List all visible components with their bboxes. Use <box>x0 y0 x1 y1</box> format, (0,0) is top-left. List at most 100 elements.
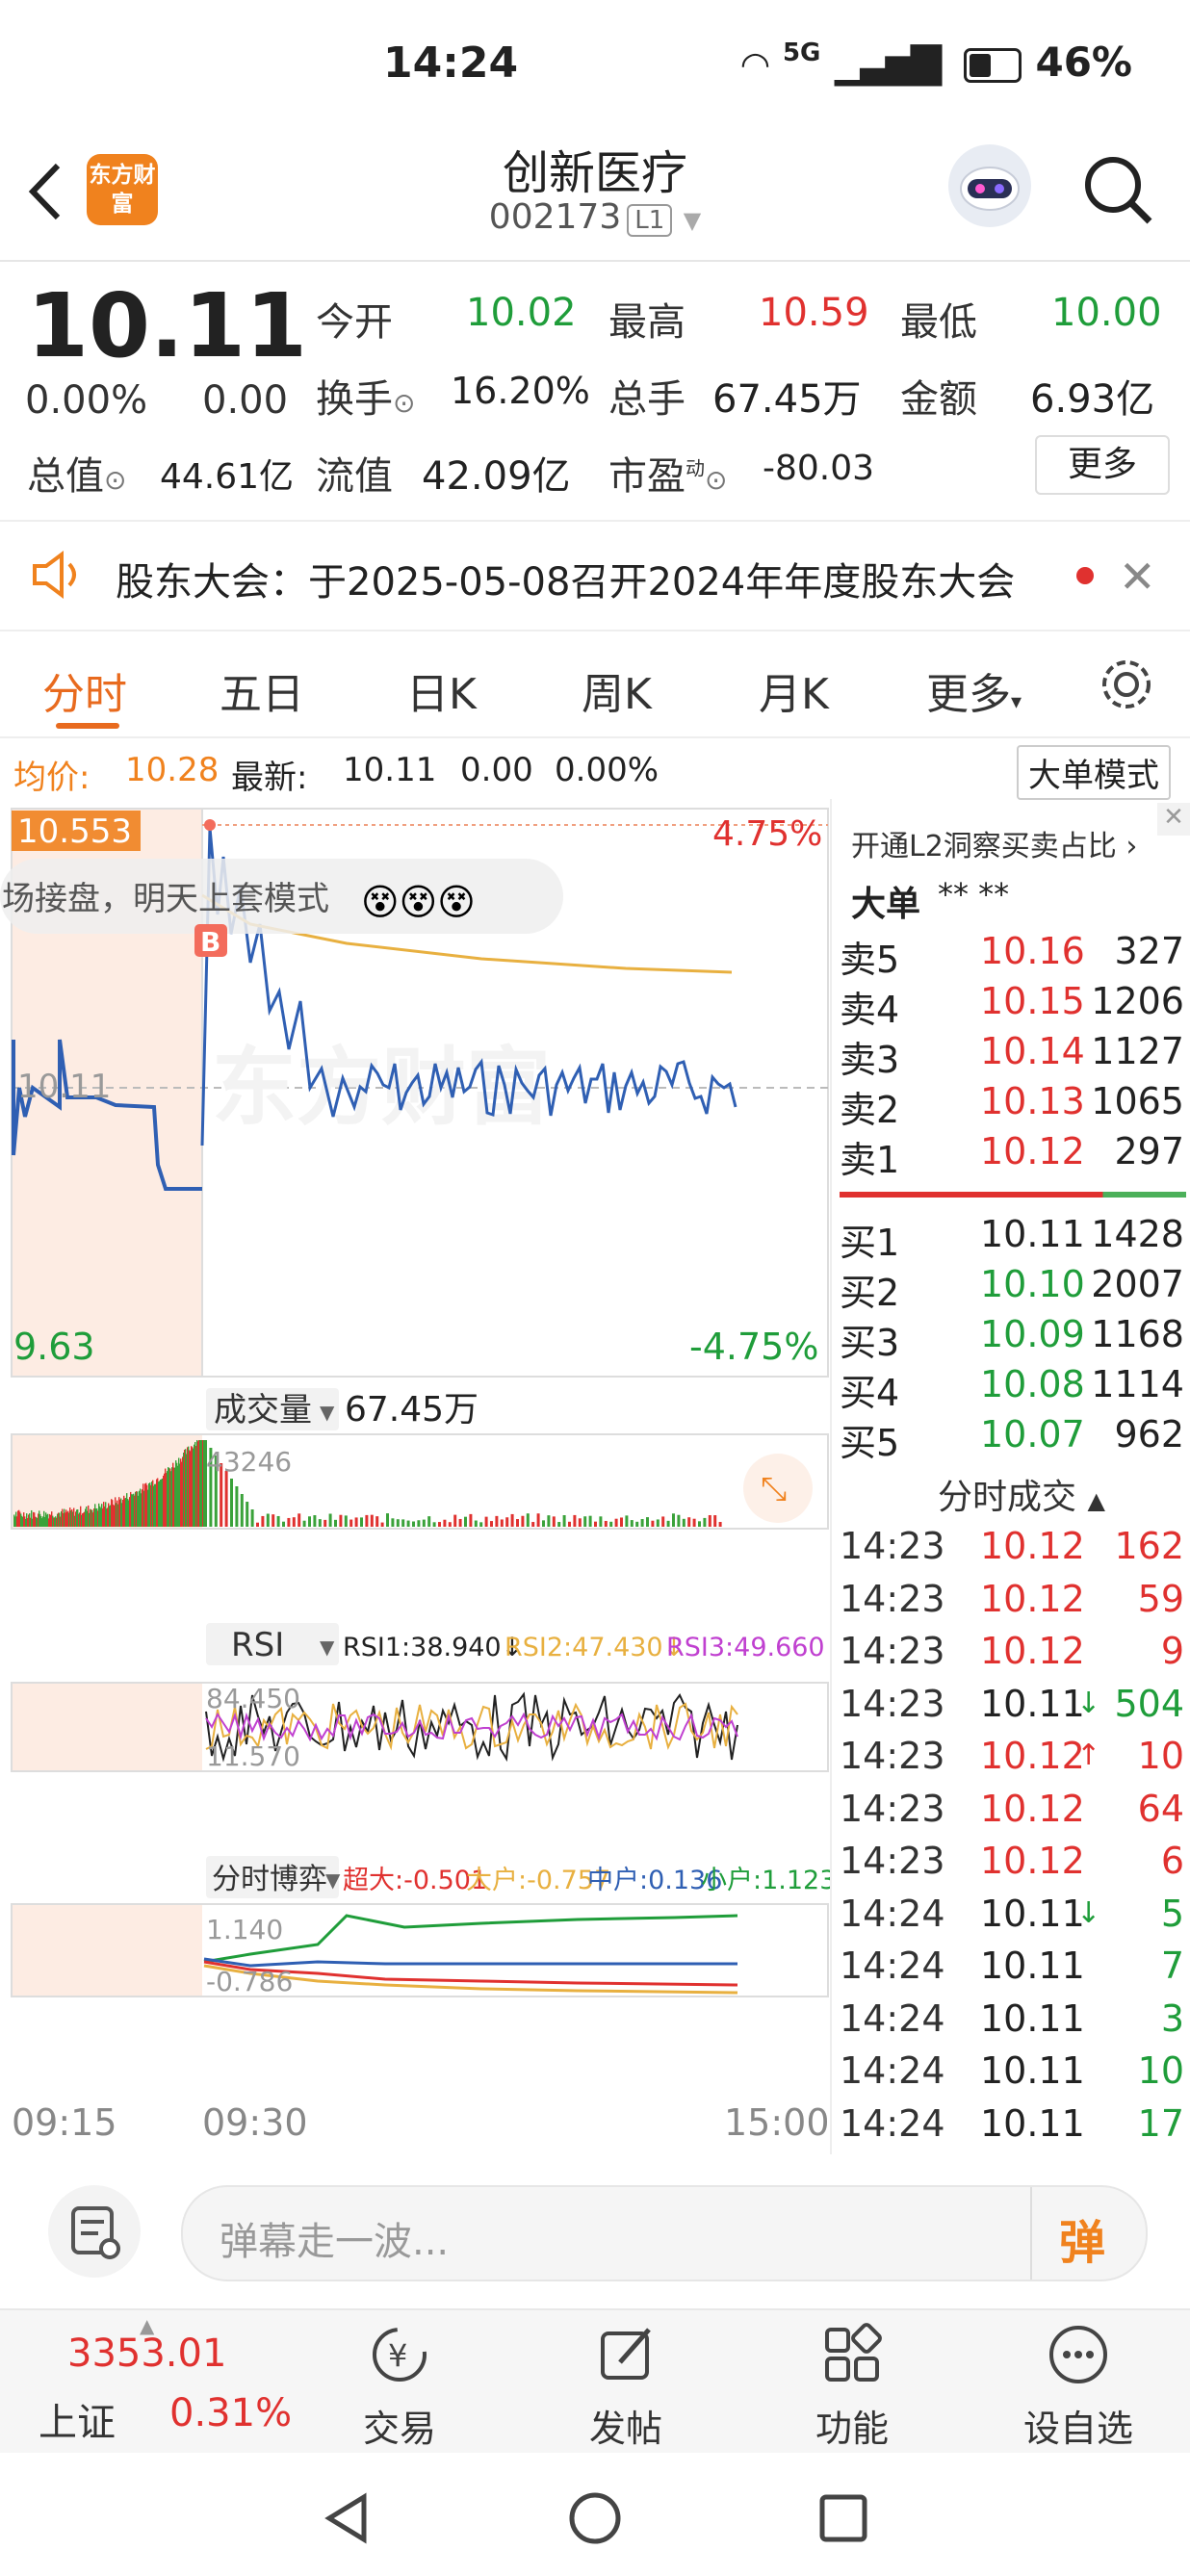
volume-bar <box>703 1517 707 1527</box>
announcement-bar[interactable]: 股东大会：于2025-05-08召开2024年年度股东大会 ✕ <box>0 520 1190 631</box>
volume-bar <box>583 1516 587 1527</box>
high-marker <box>204 819 216 831</box>
emoji-icon: 😵😵😵 <box>361 881 476 923</box>
trade-volume: 5 <box>1160 1892 1184 1935</box>
trade-volume: 3 <box>1160 1996 1184 2040</box>
mid-holder-line <box>203 1957 737 1968</box>
comment-bar: 弹幕走一波... 弹 <box>0 2154 1190 2308</box>
index-ticker[interactable]: ▲ 3353.01 上证 0.31% <box>0 2310 292 2455</box>
volume-bar <box>718 1522 722 1527</box>
bid-ask-ratio-bar <box>840 1192 1186 1198</box>
info-icon[interactable]: ⊙ <box>393 387 415 419</box>
trade-volume: 9 <box>1160 1630 1184 1672</box>
battery-icon <box>963 47 1022 83</box>
volume-bar <box>562 1515 566 1527</box>
trade-volume: 7 <box>1160 1945 1184 1987</box>
nav-trade[interactable]: ¥ 交易 <box>323 2310 477 2455</box>
mktcap-value: 44.61亿 <box>160 457 295 497</box>
tab-daily-k[interactable]: 日K <box>406 659 477 721</box>
tab-monthly-k[interactable]: 月K <box>759 659 829 721</box>
comment-list-icon[interactable] <box>48 2185 141 2278</box>
svg-text:▼: ▼ <box>325 1868 341 1892</box>
unread-dot <box>1076 567 1094 584</box>
info-icon[interactable]: ⊙ <box>705 464 727 496</box>
volume-bar <box>713 1515 717 1527</box>
volume-bar <box>609 1521 613 1527</box>
trade-time: 14:23 <box>840 1525 945 1567</box>
svg-text:▼: ▼ <box>320 1636 335 1659</box>
home-circle-icon[interactable] <box>566 2489 624 2547</box>
price-bottom-label: 9.63 <box>13 1326 95 1368</box>
nav-add-watchlist[interactable]: 设自选 <box>1001 2310 1155 2455</box>
volume-bar <box>542 1520 545 1527</box>
back-triangle-icon[interactable] <box>318 2489 375 2547</box>
more-button[interactable]: 更多 <box>1035 435 1170 495</box>
tab-intraday[interactable]: 分时 <box>42 659 127 721</box>
volume-bar <box>235 1486 239 1527</box>
last-price: 10.11 <box>27 274 308 377</box>
nav-post[interactable]: 发帖 <box>549 2310 703 2455</box>
bid-label: 买3 <box>840 1322 900 1364</box>
info-icon[interactable]: ⊙ <box>104 464 126 496</box>
game-label[interactable]: 分时博弈 <box>212 1863 327 1896</box>
nav-function[interactable]: 功能 <box>775 2310 929 2455</box>
trade-price: 10.12 <box>980 1525 1085 1567</box>
volume-bar <box>640 1519 644 1527</box>
bid-price: 10.08 <box>980 1363 1085 1405</box>
price-top-label: 10.553 <box>17 812 132 851</box>
recents-square-icon[interactable] <box>815 2489 872 2547</box>
big-order-mode-button[interactable]: 大单模式 <box>1017 745 1171 800</box>
tab-5day[interactable]: 五日 <box>220 659 304 721</box>
volume-bar <box>594 1521 597 1527</box>
trade-time: 14:23 <box>840 1787 945 1830</box>
volume-label[interactable]: 成交量 <box>214 1391 312 1430</box>
search-icon[interactable] <box>1078 150 1155 227</box>
trade-price: 10.11 <box>980 2049 1085 2092</box>
turnover-value: 16.20% <box>451 370 590 412</box>
volume-bar <box>422 1519 426 1527</box>
volume-bar <box>406 1520 410 1527</box>
volume-bar <box>396 1519 400 1527</box>
change-pct: 0.00% <box>25 378 148 423</box>
bid-label: 买4 <box>840 1372 900 1414</box>
close-icon[interactable]: ✕ <box>1119 551 1156 603</box>
volume-bar <box>547 1515 551 1527</box>
volume-bar <box>323 1519 327 1527</box>
volume-bar <box>635 1521 639 1527</box>
volume-bar <box>516 1519 519 1527</box>
turnover-label: 换手⊙ <box>316 377 416 422</box>
intraday-chart[interactable]: 东方财富 10.553 4.75% 10.11 9.63 -4.75% 场接盘，… <box>0 799 830 2154</box>
volume-bar <box>443 1519 447 1527</box>
volume-bar <box>250 1509 254 1527</box>
trades-header[interactable]: 分时成交 ▲ <box>938 1469 1105 1519</box>
volume-bar <box>261 1515 265 1527</box>
close-icon[interactable]: ✕ <box>1157 803 1190 836</box>
volume-bar <box>230 1479 233 1527</box>
volume-bar <box>573 1514 577 1527</box>
rsi-label[interactable]: RSI <box>231 1626 284 1664</box>
volume-bar <box>531 1522 535 1527</box>
trade-time: 14:23 <box>840 1630 945 1672</box>
trade-volume: 17 <box>1137 2101 1184 2145</box>
latest-pct: 0.00% <box>555 751 660 789</box>
robot-assistant-icon[interactable] <box>948 144 1031 227</box>
ask-label: 卖1 <box>840 1139 900 1181</box>
float-label: 流值 <box>316 454 393 499</box>
trade-time: 14:24 <box>840 1996 945 2040</box>
volume-bar <box>266 1513 270 1527</box>
grid-icon <box>825 2323 882 2382</box>
l2-promo-link[interactable]: 开通L2洞察买卖占比 › <box>851 822 1137 864</box>
danmu-input[interactable]: 弹幕走一波... 弹 <box>181 2185 1148 2281</box>
danmu-toggle-icon[interactable]: 弹 <box>1059 2204 1105 2272</box>
volume-bar <box>484 1516 488 1527</box>
volume-bar <box>672 1513 675 1527</box>
settings-icon[interactable] <box>1098 656 1155 717</box>
small-holder-line <box>203 1914 738 1964</box>
volume-label: 总手 <box>608 377 686 422</box>
tab-weekly-k[interactable]: 周K <box>582 659 652 721</box>
volume-bar <box>651 1520 655 1527</box>
bid-price: 10.10 <box>980 1263 1085 1305</box>
bid-label: 买2 <box>840 1272 900 1314</box>
volume-bar <box>614 1518 618 1527</box>
tab-more[interactable]: 更多▾ <box>926 659 1022 721</box>
